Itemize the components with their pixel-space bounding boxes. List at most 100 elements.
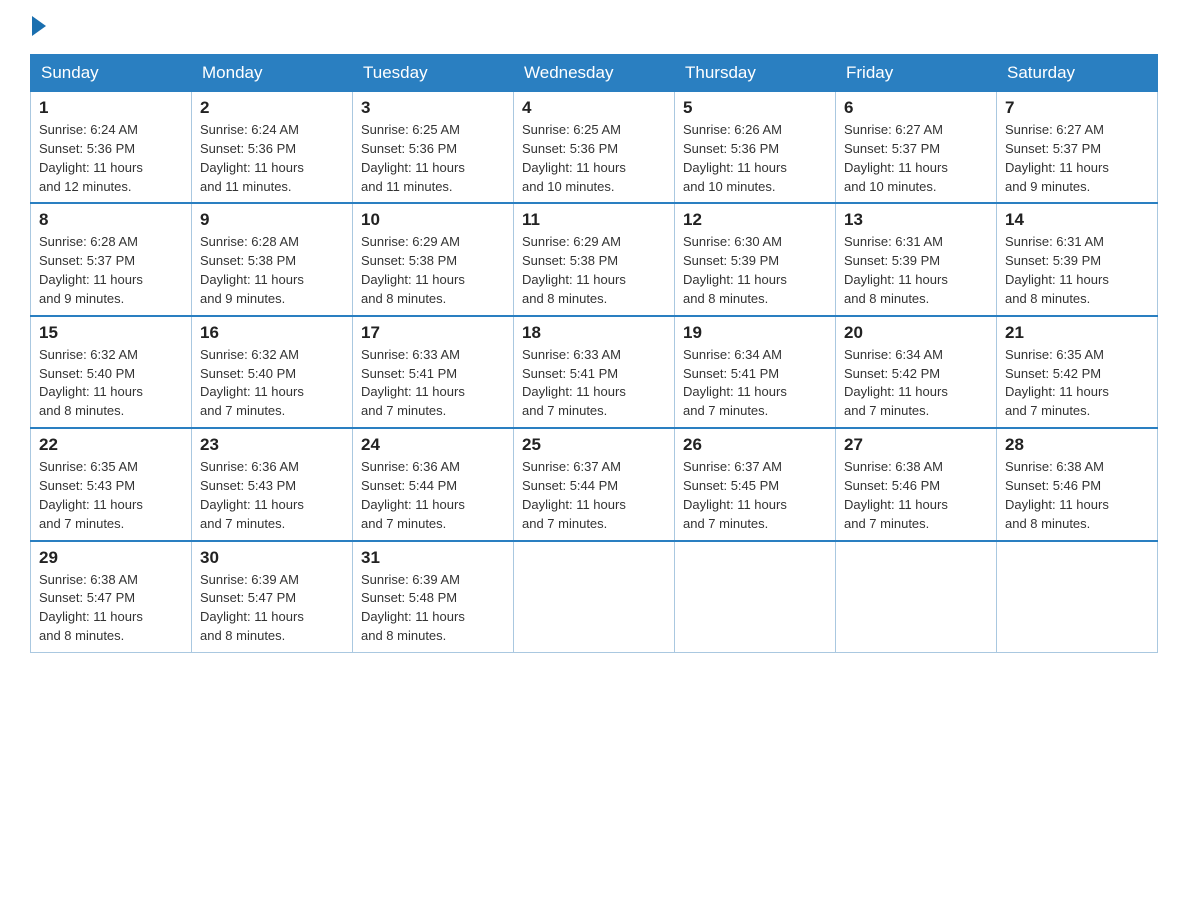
day-number: 29 xyxy=(39,548,183,568)
logo xyxy=(30,20,46,36)
day-number: 24 xyxy=(361,435,505,455)
day-number: 21 xyxy=(1005,323,1149,343)
week-row-3: 15 Sunrise: 6:32 AMSunset: 5:40 PMDaylig… xyxy=(31,316,1158,428)
calendar-cell: 10 Sunrise: 6:29 AMSunset: 5:38 PMDaylig… xyxy=(353,203,514,315)
calendar-cell: 19 Sunrise: 6:34 AMSunset: 5:41 PMDaylig… xyxy=(675,316,836,428)
calendar-header: SundayMondayTuesdayWednesdayThursdayFrid… xyxy=(31,55,1158,92)
day-info: Sunrise: 6:28 AMSunset: 5:37 PMDaylight:… xyxy=(39,234,143,306)
day-info: Sunrise: 6:34 AMSunset: 5:42 PMDaylight:… xyxy=(844,347,948,419)
day-header-sunday: Sunday xyxy=(31,55,192,92)
calendar-cell: 16 Sunrise: 6:32 AMSunset: 5:40 PMDaylig… xyxy=(192,316,353,428)
day-number: 22 xyxy=(39,435,183,455)
day-info: Sunrise: 6:31 AMSunset: 5:39 PMDaylight:… xyxy=(844,234,948,306)
calendar-cell: 4 Sunrise: 6:25 AMSunset: 5:36 PMDayligh… xyxy=(514,92,675,204)
day-number: 17 xyxy=(361,323,505,343)
day-number: 23 xyxy=(200,435,344,455)
day-number: 6 xyxy=(844,98,988,118)
day-number: 15 xyxy=(39,323,183,343)
day-info: Sunrise: 6:37 AMSunset: 5:45 PMDaylight:… xyxy=(683,459,787,531)
calendar-cell: 8 Sunrise: 6:28 AMSunset: 5:37 PMDayligh… xyxy=(31,203,192,315)
day-info: Sunrise: 6:35 AMSunset: 5:43 PMDaylight:… xyxy=(39,459,143,531)
day-info: Sunrise: 6:32 AMSunset: 5:40 PMDaylight:… xyxy=(200,347,304,419)
day-info: Sunrise: 6:38 AMSunset: 5:46 PMDaylight:… xyxy=(1005,459,1109,531)
day-number: 20 xyxy=(844,323,988,343)
week-row-1: 1 Sunrise: 6:24 AMSunset: 5:36 PMDayligh… xyxy=(31,92,1158,204)
day-number: 27 xyxy=(844,435,988,455)
day-info: Sunrise: 6:37 AMSunset: 5:44 PMDaylight:… xyxy=(522,459,626,531)
day-info: Sunrise: 6:32 AMSunset: 5:40 PMDaylight:… xyxy=(39,347,143,419)
day-info: Sunrise: 6:36 AMSunset: 5:43 PMDaylight:… xyxy=(200,459,304,531)
header-row: SundayMondayTuesdayWednesdayThursdayFrid… xyxy=(31,55,1158,92)
day-info: Sunrise: 6:28 AMSunset: 5:38 PMDaylight:… xyxy=(200,234,304,306)
logo-blue-part xyxy=(30,20,46,36)
calendar-cell: 11 Sunrise: 6:29 AMSunset: 5:38 PMDaylig… xyxy=(514,203,675,315)
calendar-cell: 7 Sunrise: 6:27 AMSunset: 5:37 PMDayligh… xyxy=(997,92,1158,204)
page-header xyxy=(30,20,1158,36)
day-number: 10 xyxy=(361,210,505,230)
day-number: 16 xyxy=(200,323,344,343)
calendar-cell: 12 Sunrise: 6:30 AMSunset: 5:39 PMDaylig… xyxy=(675,203,836,315)
day-info: Sunrise: 6:25 AMSunset: 5:36 PMDaylight:… xyxy=(361,122,465,194)
day-number: 5 xyxy=(683,98,827,118)
calendar-cell xyxy=(514,541,675,653)
day-info: Sunrise: 6:25 AMSunset: 5:36 PMDaylight:… xyxy=(522,122,626,194)
calendar-cell: 29 Sunrise: 6:38 AMSunset: 5:47 PMDaylig… xyxy=(31,541,192,653)
day-number: 3 xyxy=(361,98,505,118)
day-info: Sunrise: 6:27 AMSunset: 5:37 PMDaylight:… xyxy=(1005,122,1109,194)
day-number: 9 xyxy=(200,210,344,230)
day-info: Sunrise: 6:33 AMSunset: 5:41 PMDaylight:… xyxy=(361,347,465,419)
day-header-monday: Monday xyxy=(192,55,353,92)
calendar-cell: 15 Sunrise: 6:32 AMSunset: 5:40 PMDaylig… xyxy=(31,316,192,428)
day-info: Sunrise: 6:26 AMSunset: 5:36 PMDaylight:… xyxy=(683,122,787,194)
day-info: Sunrise: 6:33 AMSunset: 5:41 PMDaylight:… xyxy=(522,347,626,419)
day-number: 7 xyxy=(1005,98,1149,118)
calendar-cell: 25 Sunrise: 6:37 AMSunset: 5:44 PMDaylig… xyxy=(514,428,675,540)
calendar-cell: 20 Sunrise: 6:34 AMSunset: 5:42 PMDaylig… xyxy=(836,316,997,428)
day-header-thursday: Thursday xyxy=(675,55,836,92)
week-row-4: 22 Sunrise: 6:35 AMSunset: 5:43 PMDaylig… xyxy=(31,428,1158,540)
calendar-cell: 1 Sunrise: 6:24 AMSunset: 5:36 PMDayligh… xyxy=(31,92,192,204)
day-info: Sunrise: 6:29 AMSunset: 5:38 PMDaylight:… xyxy=(522,234,626,306)
day-header-saturday: Saturday xyxy=(997,55,1158,92)
day-info: Sunrise: 6:34 AMSunset: 5:41 PMDaylight:… xyxy=(683,347,787,419)
day-number: 26 xyxy=(683,435,827,455)
calendar-cell: 23 Sunrise: 6:36 AMSunset: 5:43 PMDaylig… xyxy=(192,428,353,540)
day-number: 25 xyxy=(522,435,666,455)
day-number: 13 xyxy=(844,210,988,230)
calendar-cell: 3 Sunrise: 6:25 AMSunset: 5:36 PMDayligh… xyxy=(353,92,514,204)
day-header-wednesday: Wednesday xyxy=(514,55,675,92)
day-number: 18 xyxy=(522,323,666,343)
calendar-cell: 13 Sunrise: 6:31 AMSunset: 5:39 PMDaylig… xyxy=(836,203,997,315)
calendar-cell: 22 Sunrise: 6:35 AMSunset: 5:43 PMDaylig… xyxy=(31,428,192,540)
day-info: Sunrise: 6:30 AMSunset: 5:39 PMDaylight:… xyxy=(683,234,787,306)
calendar-body: 1 Sunrise: 6:24 AMSunset: 5:36 PMDayligh… xyxy=(31,92,1158,653)
day-info: Sunrise: 6:35 AMSunset: 5:42 PMDaylight:… xyxy=(1005,347,1109,419)
calendar-cell xyxy=(997,541,1158,653)
day-number: 19 xyxy=(683,323,827,343)
day-info: Sunrise: 6:38 AMSunset: 5:47 PMDaylight:… xyxy=(39,572,143,644)
day-info: Sunrise: 6:38 AMSunset: 5:46 PMDaylight:… xyxy=(844,459,948,531)
calendar-cell: 26 Sunrise: 6:37 AMSunset: 5:45 PMDaylig… xyxy=(675,428,836,540)
day-info: Sunrise: 6:24 AMSunset: 5:36 PMDaylight:… xyxy=(39,122,143,194)
calendar-cell xyxy=(836,541,997,653)
calendar-cell: 2 Sunrise: 6:24 AMSunset: 5:36 PMDayligh… xyxy=(192,92,353,204)
day-info: Sunrise: 6:31 AMSunset: 5:39 PMDaylight:… xyxy=(1005,234,1109,306)
day-info: Sunrise: 6:29 AMSunset: 5:38 PMDaylight:… xyxy=(361,234,465,306)
day-number: 8 xyxy=(39,210,183,230)
calendar-cell: 21 Sunrise: 6:35 AMSunset: 5:42 PMDaylig… xyxy=(997,316,1158,428)
day-info: Sunrise: 6:24 AMSunset: 5:36 PMDaylight:… xyxy=(200,122,304,194)
day-number: 28 xyxy=(1005,435,1149,455)
calendar-cell: 24 Sunrise: 6:36 AMSunset: 5:44 PMDaylig… xyxy=(353,428,514,540)
day-number: 11 xyxy=(522,210,666,230)
day-header-tuesday: Tuesday xyxy=(353,55,514,92)
day-number: 12 xyxy=(683,210,827,230)
day-header-friday: Friday xyxy=(836,55,997,92)
calendar-cell: 31 Sunrise: 6:39 AMSunset: 5:48 PMDaylig… xyxy=(353,541,514,653)
calendar-cell: 30 Sunrise: 6:39 AMSunset: 5:47 PMDaylig… xyxy=(192,541,353,653)
day-info: Sunrise: 6:39 AMSunset: 5:47 PMDaylight:… xyxy=(200,572,304,644)
day-number: 1 xyxy=(39,98,183,118)
calendar-table: SundayMondayTuesdayWednesdayThursdayFrid… xyxy=(30,54,1158,653)
calendar-cell: 17 Sunrise: 6:33 AMSunset: 5:41 PMDaylig… xyxy=(353,316,514,428)
day-number: 31 xyxy=(361,548,505,568)
calendar-cell: 18 Sunrise: 6:33 AMSunset: 5:41 PMDaylig… xyxy=(514,316,675,428)
